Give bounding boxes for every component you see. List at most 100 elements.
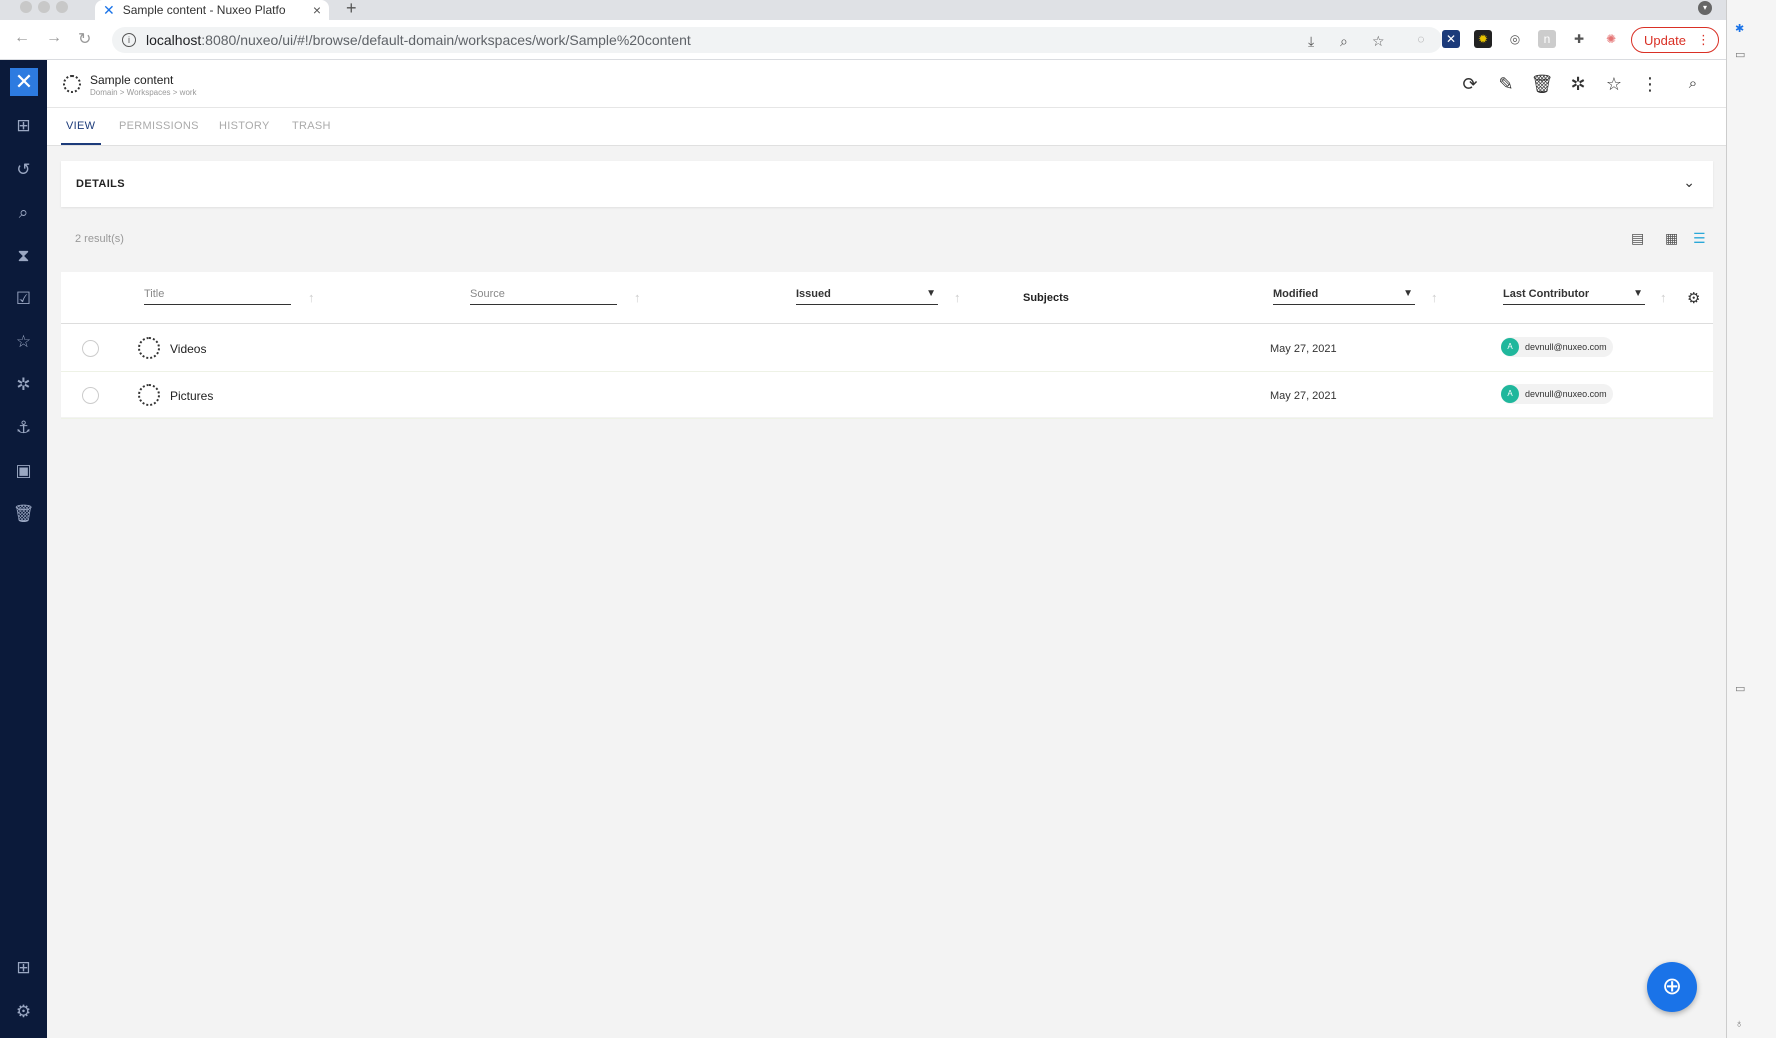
- history-icon[interactable]: ↺: [0, 160, 47, 180]
- reload-icon[interactable]: ↻: [78, 29, 91, 49]
- update-button[interactable]: Update ⋮: [1631, 27, 1719, 53]
- more-options-icon[interactable]: ⋮: [1638, 72, 1662, 96]
- add-circle-icon: ⊕: [1661, 973, 1683, 1000]
- tab-permissions[interactable]: PERMISSIONS: [119, 120, 199, 132]
- site-info-icon[interactable]: i: [122, 33, 136, 47]
- browser-tab[interactable]: ✕ Sample content - Nuxeo Platfo ×: [95, 0, 329, 20]
- browser-tab-title: Sample content - Nuxeo Platfo: [122, 3, 286, 17]
- favorites-star-icon[interactable]: ☆: [0, 332, 47, 352]
- clipboard-check-icon[interactable]: ☑: [0, 289, 47, 309]
- row-modified: May 27, 2021: [1270, 390, 1337, 402]
- nuxeo-favicon-icon: ✕: [103, 1, 115, 18]
- tab-close-icon[interactable]: ×: [313, 2, 321, 18]
- more-vert-icon: ⋮: [1697, 32, 1710, 47]
- sort-arrow-up-icon[interactable]: ↑: [954, 290, 961, 305]
- extension-icon[interactable]: ◎: [1506, 30, 1524, 48]
- row-title[interactable]: Videos: [170, 342, 206, 356]
- panel-icon[interactable]: ▭: [1735, 48, 1745, 61]
- edit-pencil-icon[interactable]: ✎: [1494, 72, 1518, 96]
- sync-icon[interactable]: ⟳: [1458, 72, 1482, 96]
- contributor-chip[interactable]: A devnull@nuxeo.com: [1501, 337, 1613, 357]
- lightbulb-icon[interactable]: ♁: [1735, 1018, 1743, 1030]
- tab-search-icon[interactable]: ▾: [1698, 1, 1712, 15]
- puzzle-icon[interactable]: ✚: [1570, 30, 1588, 48]
- grid-view-icon[interactable]: ▦: [1665, 230, 1678, 247]
- sort-arrow-up-icon[interactable]: ↑: [1431, 290, 1438, 305]
- chevron-down-icon[interactable]: ⌄: [1683, 174, 1695, 191]
- nuxeo-extension-icon[interactable]: ✕: [1442, 30, 1460, 48]
- avatar: A: [1501, 385, 1519, 403]
- row-select-checkbox[interactable]: [82, 340, 99, 357]
- install-icon[interactable]: ⤓: [1308, 33, 1314, 50]
- tab-history[interactable]: HISTORY: [219, 120, 270, 132]
- tab-view[interactable]: VIEW: [66, 120, 95, 132]
- row-modified: May 27, 2021: [1270, 343, 1337, 355]
- nuxeo-logo-icon[interactable]: ✕: [10, 68, 38, 96]
- results-table: Title ↑ Source ↑ Issued ▼ ↑ Subjects Mod…: [61, 272, 1713, 419]
- column-settings-gear-icon[interactable]: ⚙: [1687, 289, 1700, 307]
- table-row[interactable]: Videos May 27, 2021 A devnull@nuxeo.com: [61, 325, 1713, 372]
- window-close-icon[interactable]: [20, 1, 32, 13]
- url-path: :8080/nuxeo/ui/#!/browse/default-domain/…: [201, 32, 691, 48]
- source-filter-input[interactable]: Source: [470, 288, 617, 305]
- row-select-checkbox[interactable]: [82, 387, 99, 404]
- collections-icon[interactable]: ✲: [0, 375, 47, 395]
- modified-filter-dropdown[interactable]: Modified ▼: [1273, 288, 1415, 305]
- panel-icon[interactable]: ▭: [1735, 682, 1745, 695]
- last-contributor-filter-dropdown[interactable]: Last Contributor ▼: [1503, 288, 1645, 305]
- window-maximize-icon[interactable]: [56, 1, 68, 13]
- url-host: localhost: [146, 32, 202, 48]
- update-label: Update: [1644, 32, 1686, 48]
- bookmark-star-icon[interactable]: ☆: [1372, 33, 1385, 50]
- extension-icon[interactable]: ◌: [1412, 30, 1430, 48]
- table-row[interactable]: Pictures May 27, 2021 A devnull@nuxeo.co…: [61, 372, 1713, 419]
- search-icon[interactable]: ⌕: [0, 203, 47, 223]
- clipboard-icon[interactable]: ▣: [0, 461, 47, 481]
- back-icon[interactable]: ←: [14, 29, 30, 47]
- devtools-strip: ✱ ▭ ▭ ♁: [1726, 0, 1776, 1038]
- contributor-chip[interactable]: A devnull@nuxeo.com: [1501, 384, 1613, 404]
- tasks-hourglass-icon[interactable]: ⧗: [0, 246, 47, 266]
- extension-icon[interactable]: ✹: [1474, 30, 1492, 48]
- row-title[interactable]: Pictures: [170, 389, 213, 403]
- details-label: DETAILS: [76, 178, 126, 190]
- personal-workspace-icon[interactable]: ⚓: [0, 418, 47, 438]
- create-document-button[interactable]: ⊕: [1647, 962, 1697, 1012]
- extension-icon[interactable]: n: [1538, 30, 1556, 48]
- add-to-collection-icon[interactable]: ✲: [1566, 72, 1590, 96]
- new-tab-icon[interactable]: +: [346, 0, 357, 19]
- browse-tree-icon[interactable]: ⊞: [0, 116, 47, 136]
- favorite-star-icon[interactable]: ☆: [1602, 72, 1626, 96]
- search-icon[interactable]: ⌕: [1681, 72, 1705, 96]
- caret-down-icon: ▼: [1403, 288, 1413, 299]
- document-header: Sample content Domain > Workspaces > wor…: [47, 60, 1726, 108]
- folder-icon: [138, 384, 160, 406]
- active-tab-indicator: [61, 143, 101, 145]
- sort-arrow-up-icon[interactable]: ↑: [634, 290, 641, 305]
- forward-icon[interactable]: →: [46, 29, 62, 47]
- table-view-icon[interactable]: ☰: [1693, 230, 1706, 247]
- folder-icon: [63, 75, 81, 93]
- table-header: Title ↑ Source ↑ Issued ▼ ↑ Subjects Mod…: [61, 272, 1713, 324]
- export-csv-icon[interactable]: ▤: [1631, 230, 1644, 247]
- details-panel[interactable]: DETAILS ⌄: [61, 161, 1713, 207]
- window-minimize-icon[interactable]: [38, 1, 50, 13]
- inspect-icon[interactable]: ✱: [1735, 22, 1744, 35]
- user-settings-icon[interactable]: ⚙: [0, 1002, 47, 1022]
- sort-arrow-up-icon[interactable]: ↑: [308, 290, 315, 305]
- administration-icon[interactable]: ⊞: [0, 958, 47, 978]
- address-bar[interactable]: i localhost:8080/nuxeo/ui/#!/browse/defa…: [112, 27, 1442, 53]
- last-contributor-label: Last Contributor: [1503, 288, 1590, 300]
- breadcrumb[interactable]: Domain > Workspaces > work: [90, 88, 197, 97]
- issued-filter-dropdown[interactable]: Issued ▼: [796, 288, 938, 305]
- document-tabs: VIEW PERMISSIONS HISTORY TRASH: [47, 108, 1726, 146]
- sort-arrow-up-icon[interactable]: ↑: [1660, 290, 1667, 305]
- tab-trash[interactable]: TRASH: [292, 120, 331, 132]
- profile-icon[interactable]: ✺: [1602, 30, 1620, 48]
- trash-icon[interactable]: 🗑: [0, 504, 47, 524]
- left-navigation-rail: ✕ ⊞ ↺ ⌕ ⧗ ☑ ☆ ✲ ⚓ ▣ 🗑 ⊞ ⚙: [0, 60, 47, 1038]
- delete-icon[interactable]: 🗑: [1530, 72, 1554, 96]
- subjects-column-header: Subjects: [1023, 292, 1069, 304]
- title-filter-input[interactable]: Title: [144, 288, 291, 305]
- zoom-icon[interactable]: ⌕: [1340, 33, 1348, 50]
